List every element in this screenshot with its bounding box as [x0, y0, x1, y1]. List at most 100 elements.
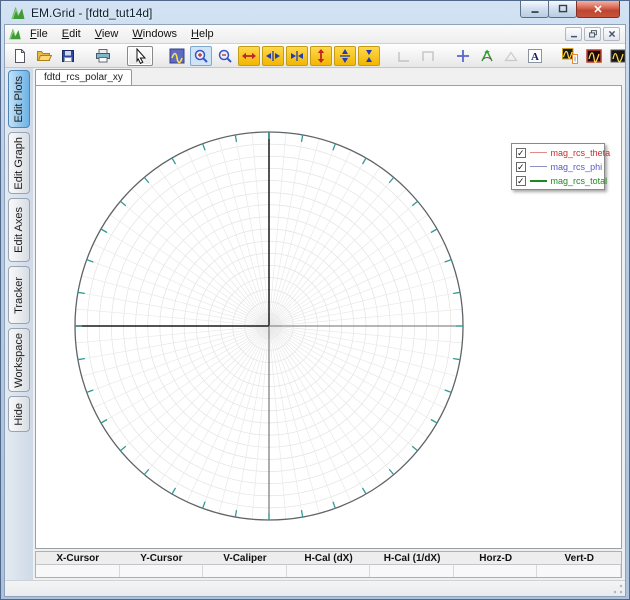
document-tab[interactable]: fdtd_rcs_polar_xy	[35, 69, 132, 85]
sidebar-tab-label: Edit Graph	[13, 136, 25, 190]
document-tab-label: fdtd_rcs_polar_xy	[44, 72, 123, 83]
compress-vertical-button[interactable]	[358, 45, 380, 66]
save-button[interactable]	[57, 46, 79, 66]
expand-vertical-button[interactable]	[310, 45, 332, 66]
maximize-button[interactable]	[548, 1, 577, 18]
expand-horizontal-button[interactable]	[238, 45, 260, 66]
document-tabstrip: fdtd_rcs_polar_xy	[35, 69, 622, 85]
mdi-close-button[interactable]	[603, 27, 620, 41]
plot-canvas: ✓ mag_rcs_theta ✓ mag_rcs_phi ✓ mag_rcs_total	[35, 85, 622, 549]
grid-spoke	[268, 325, 320, 514]
client-area: FileEditViewWindowsHelp Layout Edit Plot…	[4, 24, 626, 597]
triangle-marker-icon	[503, 48, 519, 64]
open-file-icon	[36, 48, 52, 64]
menu-bar: File Edit View Windows Help	[5, 25, 625, 44]
readout-col-v-caliper: V-Caliper	[223, 552, 267, 564]
mdi-restore-button[interactable]	[584, 27, 601, 41]
angle-tick	[430, 418, 438, 424]
status-bar	[5, 580, 625, 596]
new-document-button[interactable]	[9, 46, 31, 66]
spread-vertical-button[interactable]	[334, 45, 356, 66]
grid-spoke	[268, 138, 320, 327]
grid-spoke	[81, 275, 270, 327]
menu-windows[interactable]: Windows	[125, 27, 184, 41]
crosshair-button[interactable]	[452, 46, 474, 66]
close-button[interactable]	[576, 1, 620, 18]
angle-tick	[453, 357, 461, 361]
legend-item-mag_rcs_total: ✓ mag_rcs_total	[516, 175, 607, 186]
sidebar-tab-workspace[interactable]: Workspace	[8, 328, 30, 392]
dark-plot-alt-button[interactable]	[607, 46, 625, 66]
angle-tick	[77, 357, 85, 361]
minimize-button[interactable]	[520, 1, 549, 18]
top-bracket-button[interactable]	[417, 46, 439, 66]
legend-checkbox-mag_rcs_total[interactable]: ✓	[516, 175, 526, 186]
grid-spoke	[268, 259, 452, 327]
angle-tick	[361, 157, 367, 165]
legend-line-sample	[529, 166, 547, 167]
mdi-restore-icon	[587, 28, 599, 40]
mdi-minimize-icon	[568, 28, 580, 40]
sidebar-tab-hide[interactable]: Hide	[8, 396, 30, 432]
menu-edit[interactable]: Edit	[55, 27, 88, 41]
document-area: fdtd_rcs_polar_xy ✓ mag_rcs_theta ✓ mag_rcs…	[33, 68, 625, 580]
zoom-out-button[interactable]	[214, 46, 236, 66]
print-button[interactable]	[92, 46, 114, 66]
angle-tick	[143, 468, 150, 476]
axes-tool-button[interactable]	[476, 46, 498, 66]
legend-checkbox-mag_rcs_theta[interactable]: ✓	[516, 147, 526, 158]
resize-grip[interactable]	[612, 583, 624, 595]
open-file-button[interactable]	[33, 46, 55, 66]
angle-tick	[300, 134, 304, 142]
spread-horizontal-button[interactable]	[262, 45, 284, 66]
sidebar-tab-edit-graph[interactable]: Edit Graph	[8, 132, 30, 194]
readout-value-cell	[120, 565, 204, 577]
grid-spoke	[81, 325, 270, 377]
compress-horizontal-button[interactable]	[286, 45, 308, 66]
readout-col-horz-d: Horz-D	[479, 552, 513, 564]
sidebar-tab-label: Hide	[13, 402, 25, 426]
zoom-in-icon	[193, 48, 209, 64]
angle-tick	[171, 487, 177, 495]
triangle-marker-button[interactable]	[500, 46, 522, 66]
menu-file[interactable]: File	[23, 27, 55, 41]
grid-spoke	[218, 138, 270, 327]
mdi-window-controls	[565, 27, 622, 41]
menu-help[interactable]: Help	[184, 27, 221, 41]
readout-col-y-cursor: Y-Cursor	[140, 552, 183, 564]
grid-spoke	[86, 259, 270, 327]
select-cursor-icon	[132, 48, 148, 64]
angle-tick	[234, 510, 238, 518]
angle-tick	[234, 134, 238, 142]
zoom-out-icon	[217, 48, 233, 64]
sidebar-tab-edit-plots[interactable]: Edit Plots	[8, 70, 30, 128]
plot-style-button[interactable]	[559, 46, 581, 66]
sidebar-tab-label: Workspace	[13, 332, 25, 388]
sidebar-tab-edit-axes[interactable]: Edit Axes	[8, 198, 30, 262]
grid-spoke	[202, 325, 270, 509]
angle-tick	[430, 228, 438, 234]
corner-bracket-button[interactable]	[393, 46, 415, 66]
corner-bracket-icon	[396, 48, 412, 64]
angle-tick	[77, 291, 85, 295]
title-bar: EM.Grid - [fdtd_tut14d]	[4, 1, 626, 24]
select-cursor-button[interactable]	[127, 45, 153, 66]
readout-value-cell	[203, 565, 287, 577]
angle-tick	[119, 200, 127, 207]
zoom-in-button[interactable]	[190, 45, 212, 66]
legend-line-sample	[529, 179, 547, 182]
angle-tick	[332, 143, 336, 151]
readout-col-h-cal-1-dx-: H-Cal (1/dX)	[383, 552, 441, 564]
sidebar-tab-tracker[interactable]: Tracker	[8, 266, 30, 324]
dark-plot-icon	[586, 48, 602, 64]
pan-wave-button[interactable]	[166, 46, 188, 66]
mdi-minimize-button[interactable]	[565, 27, 582, 41]
menu-view[interactable]: View	[88, 27, 126, 41]
dark-plot-button[interactable]	[583, 46, 605, 66]
legend-checkbox-mag_rcs_phi[interactable]: ✓	[516, 161, 526, 172]
text-annotation-button[interactable]	[524, 46, 546, 66]
readout-bar: X-Cursor Y-Cursor V-Caliper H-Cal (dX) H-Cal…	[35, 551, 622, 578]
window-controls	[520, 1, 620, 18]
toolbar: Layout	[5, 44, 625, 68]
maximize-icon	[556, 2, 570, 16]
